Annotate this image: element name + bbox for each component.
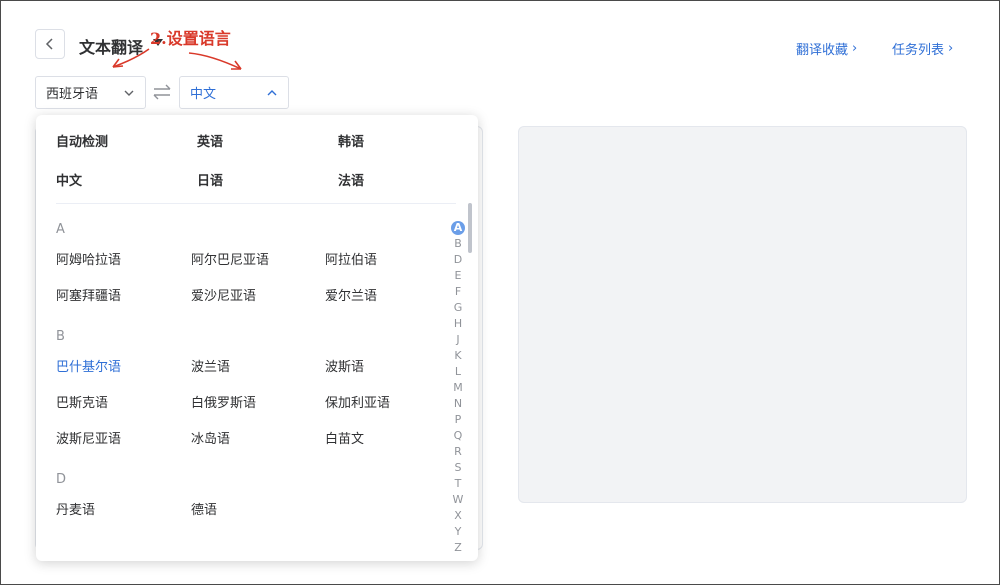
- language-item[interactable]: 巴什基尔语: [56, 356, 121, 375]
- translation-result-panel: [518, 126, 967, 503]
- language-item[interactable]: 波兰语: [191, 356, 230, 375]
- language-item[interactable]: 爱沙尼亚语: [191, 285, 256, 304]
- dropdown-scrollbar[interactable]: [468, 203, 472, 253]
- common-language-item[interactable]: 法语: [338, 170, 364, 189]
- group-letter: D: [56, 472, 67, 487]
- target-language-select[interactable]: 中文: [179, 76, 289, 109]
- alphabet-index-letter[interactable]: M: [450, 380, 466, 396]
- group-letter: A: [56, 222, 65, 237]
- language-item[interactable]: 冰岛语: [191, 428, 230, 447]
- chevron-down-icon: [123, 87, 135, 99]
- language-item[interactable]: 白俄罗斯语: [191, 392, 256, 411]
- language-item[interactable]: 德语: [191, 499, 217, 518]
- alphabet-index-letter[interactable]: R: [450, 444, 466, 460]
- alphabet-index-letter[interactable]: Z: [450, 540, 466, 556]
- chevron-up-icon: [266, 87, 278, 99]
- alphabet-index-letter[interactable]: W: [450, 492, 466, 508]
- alphabet-index-letter[interactable]: G: [450, 300, 466, 316]
- group-letter: B: [56, 329, 65, 344]
- language-item[interactable]: 白苗文: [325, 428, 364, 447]
- language-item[interactable]: 爱尔兰语: [325, 285, 377, 304]
- alphabet-index-letter[interactable]: F: [450, 284, 466, 300]
- language-item[interactable]: 阿拉伯语: [325, 249, 377, 268]
- chevron-left-icon: [45, 38, 53, 50]
- alphabet-index: ABDEFGHJKLMNPQRSTWXYZ: [450, 220, 466, 556]
- language-item[interactable]: 阿尔巴尼亚语: [191, 249, 269, 268]
- task-list-link-label: 任务列表: [892, 43, 945, 58]
- alphabet-index-letter[interactable]: X: [450, 508, 466, 524]
- language-item[interactable]: 阿塞拜疆语: [56, 285, 121, 304]
- alphabet-index-letter[interactable]: B: [450, 236, 466, 252]
- source-language-select[interactable]: 西班牙语: [35, 76, 146, 109]
- chevron-right-icon: ›: [852, 41, 858, 56]
- common-language-item[interactable]: 韩语: [338, 131, 364, 150]
- favorites-link[interactable]: 翻译收藏 ›: [796, 39, 857, 58]
- language-item[interactable]: 波斯尼亚语: [56, 428, 121, 447]
- dropdown-divider: [56, 203, 456, 204]
- back-button[interactable]: [35, 29, 65, 59]
- target-language-value: 中文: [190, 87, 217, 102]
- alphabet-index-letter[interactable]: N: [450, 396, 466, 412]
- common-language-item[interactable]: 自动检测: [56, 131, 108, 150]
- language-item[interactable]: 巴斯克语: [56, 392, 108, 411]
- alphabet-index-letter[interactable]: D: [450, 252, 466, 268]
- alphabet-index-letter[interactable]: E: [450, 268, 466, 284]
- alphabet-index-letter[interactable]: P: [450, 412, 466, 428]
- common-language-item[interactable]: 日语: [197, 170, 223, 189]
- alphabet-index-letter[interactable]: Q: [450, 428, 466, 444]
- language-item[interactable]: 保加利亚语: [325, 392, 390, 411]
- alphabet-index-letter[interactable]: T: [450, 476, 466, 492]
- language-item[interactable]: 阿姆哈拉语: [56, 249, 121, 268]
- task-list-link[interactable]: 任务列表 ›: [892, 39, 953, 58]
- app-window: 文本翻译 2.设置语言 翻译收藏 › 任务列表 › 西班牙语 中文 自动检测 英语…: [0, 0, 1000, 585]
- alphabet-index-letter[interactable]: J: [450, 332, 466, 348]
- favorites-link-label: 翻译收藏: [796, 43, 849, 58]
- common-language-item[interactable]: 英语: [197, 131, 223, 150]
- common-language-item[interactable]: 中文: [56, 170, 82, 189]
- language-dropdown: 自动检测 英语 韩语中文 日语 法语 A 阿姆哈拉语 阿尔巴尼亚语 阿拉伯语阿塞拜疆语 爱沙尼亚语…: [36, 115, 478, 561]
- alphabet-index-letter[interactable]: L: [450, 364, 466, 380]
- language-item[interactable]: 波斯语: [325, 356, 364, 375]
- alphabet-index-letter[interactable]: H: [450, 316, 466, 332]
- swap-languages-icon[interactable]: [151, 83, 173, 101]
- alphabet-index-letter[interactable]: Y: [450, 524, 466, 540]
- alphabet-index-letter[interactable]: K: [450, 348, 466, 364]
- chevron-right-icon: ›: [948, 41, 954, 56]
- language-item[interactable]: 丹麦语: [56, 499, 95, 518]
- language-list: 自动检测 英语 韩语中文 日语 法语 A 阿姆哈拉语 阿尔巴尼亚语 阿拉伯语阿塞拜疆语 爱沙尼亚语…: [36, 115, 478, 561]
- source-language-value: 西班牙语: [46, 87, 99, 102]
- alphabet-index-letter[interactable]: S: [450, 460, 466, 476]
- annotation-arrows: [112, 48, 242, 70]
- alphabet-index-letter[interactable]: A: [451, 221, 465, 235]
